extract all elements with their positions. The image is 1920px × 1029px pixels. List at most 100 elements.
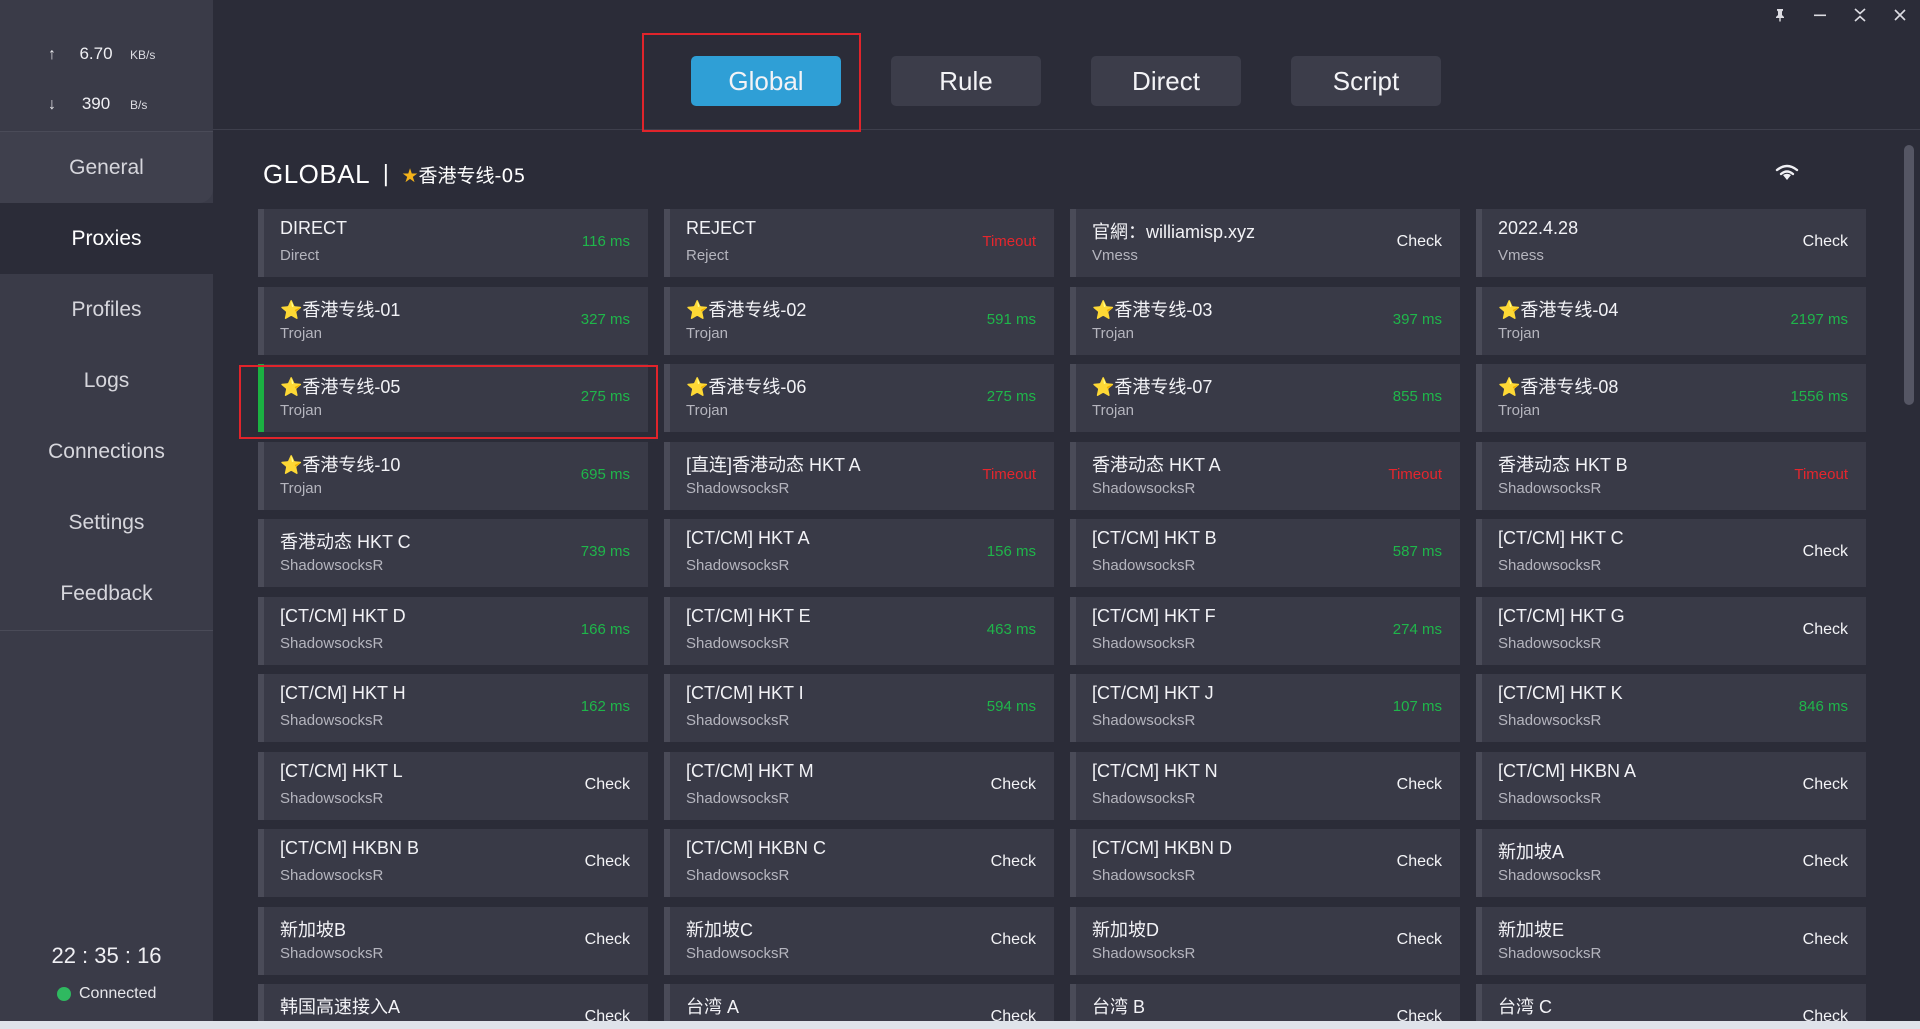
check-delay-button[interactable]: Check [991,853,1036,871]
proxy-name: [CT/CM] HKBN B [280,838,420,858]
proxy-card[interactable]: [CT/CM] HKT K ShadowsocksR 846 ms [1476,674,1866,742]
proxy-type: ShadowsocksR [1498,635,1602,652]
proxy-type: ShadowsocksR [686,867,790,884]
close-icon[interactable] [1880,0,1920,30]
check-delay-button[interactable]: Check [1803,621,1848,639]
check-delay-button[interactable]: Check [1803,931,1848,949]
check-delay-button[interactable]: Check [585,853,630,871]
check-delay-button[interactable]: Check [1397,776,1442,794]
proxy-name: [CT/CM] HKT A [686,528,810,548]
proxy-card[interactable]: [CT/CM] HKBN D ShadowsocksR Check [1070,829,1460,897]
connection-status: Connected [57,985,156,1003]
proxy-card[interactable]: ⭐香港专线-02 Trojan 591 ms [664,287,1054,355]
proxy-card[interactable]: ⭐香港专线-05 Trojan 275 ms [258,364,648,432]
sidebar-item-proxies[interactable]: Proxies [0,203,213,274]
proxy-card[interactable]: ⭐香港专线-03 Trojan 397 ms [1070,287,1460,355]
check-delay-button[interactable]: Check [1803,233,1848,251]
proxy-type: ShadowsocksR [1092,867,1196,884]
mode-direct-button[interactable]: Direct [1091,56,1241,106]
sidebar-item-profiles[interactable]: Profiles [0,274,213,345]
proxy-card[interactable]: [CT/CM] HKT B ShadowsocksR 587 ms [1070,519,1460,587]
sidebar-item-logs[interactable]: Logs [0,345,213,416]
proxy-card[interactable]: [CT/CM] HKBN C ShadowsocksR Check [664,829,1054,897]
proxy-card[interactable]: [CT/CM] HKT E ShadowsocksR 463 ms [664,597,1054,665]
sidebar-item-feedback[interactable]: Feedback [0,558,213,629]
proxy-delay: 591 ms [986,311,1036,328]
proxy-card[interactable]: [CT/CM] HKT J ShadowsocksR 107 ms [1070,674,1460,742]
proxy-card[interactable]: [CT/CM] HKT F ShadowsocksR 274 ms [1070,597,1460,665]
proxy-card[interactable]: ⭐香港专线-07 Trojan 855 ms [1070,364,1460,432]
proxy-card[interactable]: ⭐香港专线-01 Trojan 327 ms [258,287,648,355]
mode-rule-button[interactable]: Rule [891,56,1041,106]
proxy-name: [直连]香港动态 HKT A [686,455,861,475]
proxy-card[interactable]: 香港动态 HKT A ShadowsocksR Timeout [1070,442,1460,510]
proxy-card[interactable]: 新加坡B ShadowsocksR Check [258,907,648,975]
proxy-card[interactable]: ⭐香港专线-06 Trojan 275 ms [664,364,1054,432]
scrollbar[interactable] [1904,145,1914,405]
proxy-card[interactable]: ⭐香港专线-10 Trojan 695 ms [258,442,648,510]
proxy-name: [CT/CM] HKT L [280,761,403,781]
proxy-type: ShadowsocksR [1498,790,1602,807]
check-delay-button[interactable]: Check [1397,233,1442,251]
proxy-delay: Timeout [982,233,1036,250]
star-icon: ★ [401,165,419,187]
proxy-card[interactable]: 官網：williamisp.xyz Vmess Check [1070,209,1460,277]
proxy-type: ShadowsocksR [1092,480,1196,497]
proxy-card[interactable]: ⭐香港专线-08 Trojan 1556 ms [1476,364,1866,432]
proxy-card[interactable]: REJECT Reject Timeout [664,209,1054,277]
proxy-card[interactable]: 新加坡D ShadowsocksR Check [1070,907,1460,975]
proxy-delay: 463 ms [986,621,1036,638]
check-delay-button[interactable]: Check [1803,543,1848,561]
proxy-card[interactable]: 2022.4.28 Vmess Check [1476,209,1866,277]
proxy-card[interactable]: 新加坡E ShadowsocksR Check [1476,907,1866,975]
proxy-card[interactable]: [CT/CM] HKT I ShadowsocksR 594 ms [664,674,1054,742]
proxy-card[interactable]: ⭐香港专线-04 Trojan 2197 ms [1476,287,1866,355]
check-delay-button[interactable]: Check [1397,853,1442,871]
proxy-type: Trojan [1498,402,1540,419]
sidebar-item-settings[interactable]: Settings [0,487,213,558]
proxy-card[interactable]: 新加坡C ShadowsocksR Check [664,907,1054,975]
proxy-type: ShadowsocksR [686,557,790,574]
pin-icon[interactable] [1760,0,1800,30]
proxy-card[interactable]: [CT/CM] HKBN A ShadowsocksR Check [1476,752,1866,820]
proxy-card[interactable]: [CT/CM] HKT M ShadowsocksR Check [664,752,1054,820]
proxy-card[interactable]: DIRECT Direct 116 ms [258,209,648,277]
proxy-card[interactable]: 香港动态 HKT B ShadowsocksR Timeout [1476,442,1866,510]
check-delay-button[interactable]: Check [585,931,630,949]
proxy-type: ShadowsocksR [280,635,384,652]
sidebar-item-general[interactable]: General [0,132,213,203]
proxy-name: 官網：williamisp.xyz [1092,222,1256,242]
proxy-card[interactable]: [CT/CM] HKT N ShadowsocksR Check [1070,752,1460,820]
upload-arrow-icon: ↑ [48,46,56,63]
proxy-name: [CT/CM] HKT F [1092,606,1216,626]
proxy-type: ShadowsocksR [280,945,384,962]
proxy-delay: Timeout [1388,466,1442,483]
proxy-card[interactable]: [CT/CM] HKT L ShadowsocksR Check [258,752,648,820]
group-current-proxy: ★香港专线-05 [401,161,525,188]
proxy-name: ⭐香港专线-02 [686,300,807,320]
proxy-card[interactable]: [CT/CM] HKT A ShadowsocksR 156 ms [664,519,1054,587]
proxy-card[interactable]: 香港动态 HKT C ShadowsocksR 739 ms [258,519,648,587]
status-dot-icon [57,987,71,1001]
check-delay-button[interactable]: Check [1803,853,1848,871]
proxy-card[interactable]: [CT/CM] HKT D ShadowsocksR 166 ms [258,597,648,665]
check-delay-button[interactable]: Check [1397,931,1442,949]
proxy-card[interactable]: [CT/CM] HKT C ShadowsocksR Check [1476,519,1866,587]
mode-global-button[interactable]: Global [691,56,841,106]
proxy-card[interactable]: [CT/CM] HKBN B ShadowsocksR Check [258,829,648,897]
check-delay-button[interactable]: Check [991,931,1036,949]
sidebar-item-connections[interactable]: Connections [0,416,213,487]
mode-script-button[interactable]: Script [1291,56,1441,106]
collapse-icon[interactable] [1840,0,1880,30]
latency-test-icon[interactable] [1774,163,1800,183]
check-delay-button[interactable]: Check [585,776,630,794]
proxy-type: ShadowsocksR [1092,557,1196,574]
proxy-card[interactable]: [CT/CM] HKT G ShadowsocksR Check [1476,597,1866,665]
download-speed: ↓ 390 B/s [48,94,147,114]
minimize-icon[interactable] [1800,0,1840,30]
check-delay-button[interactable]: Check [991,776,1036,794]
proxy-card[interactable]: 新加坡A ShadowsocksR Check [1476,829,1866,897]
proxy-card[interactable]: [直连]香港动态 HKT A ShadowsocksR Timeout [664,442,1054,510]
check-delay-button[interactable]: Check [1803,776,1848,794]
proxy-card[interactable]: [CT/CM] HKT H ShadowsocksR 162 ms [258,674,648,742]
